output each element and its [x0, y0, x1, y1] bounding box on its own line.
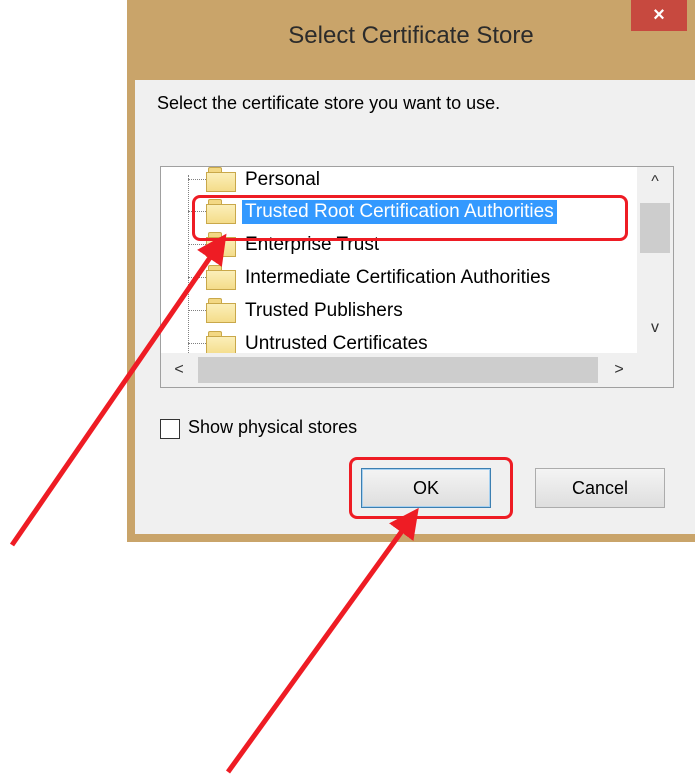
dialog-title: Select Certificate Store: [288, 22, 534, 49]
tree-connector: [188, 244, 206, 245]
scroll-up-icon[interactable]: ^: [637, 169, 673, 195]
tree-item-personal[interactable]: Personal: [188, 167, 628, 196]
folder-icon: [206, 298, 236, 323]
folder-icon: [206, 331, 236, 356]
folder-icon: [206, 265, 236, 290]
selection-highlight-box: [192, 195, 628, 241]
scroll-left-icon[interactable]: <: [161, 353, 197, 387]
show-physical-stores-option[interactable]: Show physical stores: [160, 416, 440, 442]
arrow-to-ok-button: [225, 507, 419, 774]
tree-connector: [188, 343, 206, 344]
horizontal-scroll-thumb[interactable]: [198, 357, 598, 383]
folder-icon: [206, 167, 236, 192]
dialog-prompt: Select the certificate store you want to…: [157, 93, 501, 113]
show-physical-stores-label: Show physical stores: [188, 417, 358, 437]
tree-item-intermediate[interactable]: Intermediate Certification Authorities: [188, 261, 628, 294]
scroll-right-icon[interactable]: >: [601, 353, 637, 387]
tree-connector: [188, 310, 206, 311]
ok-highlight-box: [349, 457, 513, 519]
scroll-down-icon[interactable]: v: [637, 315, 673, 341]
cancel-button-label: Cancel: [571, 477, 629, 498]
vertical-scrollbar[interactable]: ^ v: [637, 167, 673, 353]
show-physical-stores-checkbox[interactable]: [160, 419, 180, 439]
scroll-corner: [637, 353, 673, 387]
tree-connector: [188, 179, 206, 180]
tree-item-label: Personal: [245, 169, 320, 190]
tree-item-label: Intermediate Certification Authorities: [245, 267, 551, 288]
dialog-titlebar[interactable]: Select Certificate Store ×: [127, 0, 695, 80]
tree-item-label: Trusted Publishers: [245, 300, 403, 321]
tree-connector: [188, 277, 206, 278]
tree-item-trusted-publishers[interactable]: Trusted Publishers: [188, 294, 628, 327]
horizontal-scrollbar[interactable]: < >: [161, 353, 673, 387]
cancel-button[interactable]: Cancel: [535, 468, 665, 508]
vertical-scroll-thumb[interactable]: [640, 203, 670, 253]
close-button[interactable]: ×: [631, 0, 687, 31]
close-icon: ×: [653, 4, 665, 26]
